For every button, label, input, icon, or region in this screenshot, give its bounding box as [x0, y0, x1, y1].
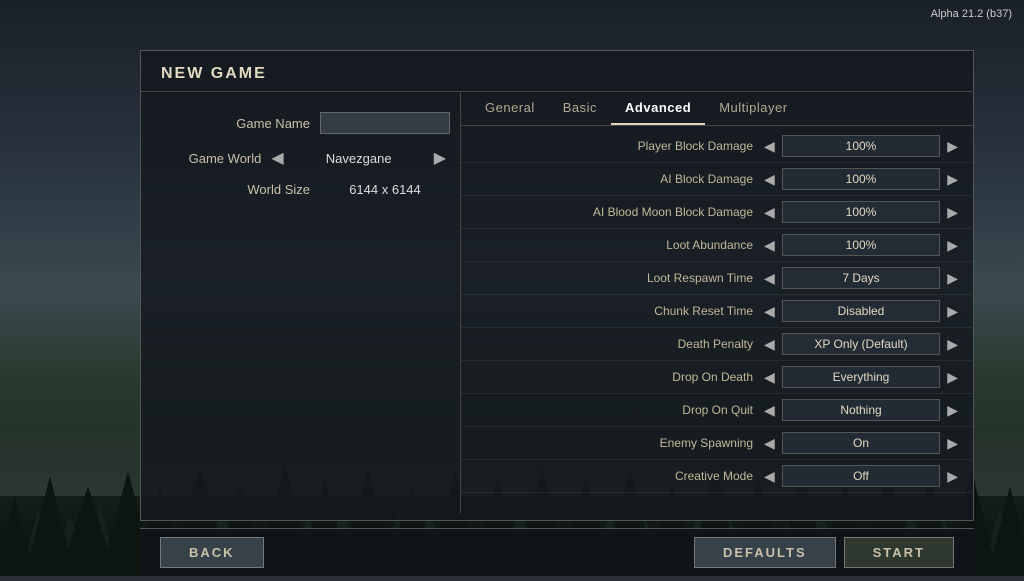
setting-label-4: Loot Respawn Time	[467, 271, 761, 285]
setting-next-2[interactable]: ▶	[944, 204, 961, 221]
setting-prev-4[interactable]: ◀	[761, 270, 778, 287]
world-size-label: World Size	[210, 182, 310, 197]
table-row: Drop On Quit ◀ Nothing ▶	[461, 394, 973, 427]
setting-next-0[interactable]: ▶	[944, 138, 961, 155]
game-world-value: Navezgane	[294, 151, 424, 166]
setting-control-7: ◀ Everything ▶	[761, 366, 961, 388]
setting-control-8: ◀ Nothing ▶	[761, 399, 961, 421]
setting-control-5: ◀ Disabled ▶	[761, 300, 961, 322]
setting-prev-10[interactable]: ◀	[761, 468, 778, 485]
setting-label-2: AI Blood Moon Block Damage	[467, 205, 761, 219]
world-size-value: 6144 x 6144	[320, 182, 450, 197]
setting-prev-6[interactable]: ◀	[761, 336, 778, 353]
setting-next-10[interactable]: ▶	[944, 468, 961, 485]
setting-value-5: Disabled	[782, 300, 940, 322]
tab-multiplayer[interactable]: Multiplayer	[705, 92, 801, 125]
right-buttons: DEFAULTS START	[694, 537, 954, 568]
panel-title: NEW GAME	[141, 51, 973, 92]
setting-prev-0[interactable]: ◀	[761, 138, 778, 155]
table-row: Creative Mode ◀ Off ▶	[461, 460, 973, 493]
setting-control-1: ◀ 100% ▶	[761, 168, 961, 190]
setting-label-5: Chunk Reset Time	[467, 304, 761, 318]
setting-control-3: ◀ 100% ▶	[761, 234, 961, 256]
setting-next-8[interactable]: ▶	[944, 402, 961, 419]
setting-label-6: Death Penalty	[467, 337, 761, 351]
setting-label-10: Creative Mode	[467, 469, 761, 483]
game-world-next-button[interactable]: ▶	[430, 148, 450, 168]
setting-value-8: Nothing	[782, 399, 940, 421]
game-world-prev-button[interactable]: ◀	[267, 148, 287, 168]
setting-value-1: 100%	[782, 168, 940, 190]
setting-prev-2[interactable]: ◀	[761, 204, 778, 221]
game-name-input[interactable]	[320, 112, 450, 134]
setting-next-9[interactable]: ▶	[944, 435, 961, 452]
setting-prev-9[interactable]: ◀	[761, 435, 778, 452]
bottom-bar: BACK DEFAULTS START	[140, 528, 974, 576]
start-button[interactable]: START	[844, 537, 954, 568]
setting-control-4: ◀ 7 Days ▶	[761, 267, 961, 289]
game-world-row: Game World ◀ Navezgane ▶	[151, 148, 450, 168]
setting-prev-7[interactable]: ◀	[761, 369, 778, 386]
setting-label-0: Player Block Damage	[467, 139, 761, 153]
table-row: Death Penalty ◀ XP Only (Default) ▶	[461, 328, 973, 361]
tab-advanced[interactable]: Advanced	[611, 92, 705, 125]
setting-prev-3[interactable]: ◀	[761, 237, 778, 254]
game-name-row: Game Name	[151, 112, 450, 134]
setting-prev-1[interactable]: ◀	[761, 171, 778, 188]
setting-next-7[interactable]: ▶	[944, 369, 961, 386]
table-row: Enemy Spawning ◀ On ▶	[461, 427, 973, 460]
setting-value-3: 100%	[782, 234, 940, 256]
table-row: AI Block Damage ◀ 100% ▶	[461, 163, 973, 196]
setting-control-9: ◀ On ▶	[761, 432, 961, 454]
setting-next-3[interactable]: ▶	[944, 237, 961, 254]
setting-control-0: ◀ 100% ▶	[761, 135, 961, 157]
defaults-button[interactable]: DEFAULTS	[694, 537, 836, 568]
setting-label-9: Enemy Spawning	[467, 436, 761, 450]
setting-label-3: Loot Abundance	[467, 238, 761, 252]
version-label: Alpha 21.2 (b37)	[931, 8, 1012, 20]
setting-value-0: 100%	[782, 135, 940, 157]
world-size-row: World Size 6144 x 6144	[151, 182, 450, 197]
game-world-label: Game World	[161, 151, 261, 166]
table-row: Chunk Reset Time ◀ Disabled ▶	[461, 295, 973, 328]
back-button[interactable]: BACK	[160, 537, 264, 568]
setting-prev-5[interactable]: ◀	[761, 303, 778, 320]
setting-value-2: 100%	[782, 201, 940, 223]
tabs-row: General Basic Advanced Multiplayer	[461, 92, 973, 126]
settings-list: Player Block Damage ◀ 100% ▶ AI Block Da…	[461, 126, 973, 513]
setting-label-7: Drop On Death	[467, 370, 761, 384]
setting-label-8: Drop On Quit	[467, 403, 761, 417]
game-name-label: Game Name	[210, 116, 310, 131]
table-row: Loot Respawn Time ◀ 7 Days ▶	[461, 262, 973, 295]
setting-value-4: 7 Days	[782, 267, 940, 289]
tab-general[interactable]: General	[471, 92, 549, 125]
setting-next-4[interactable]: ▶	[944, 270, 961, 287]
setting-value-6: XP Only (Default)	[782, 333, 940, 355]
table-row: AI Blood Moon Block Damage ◀ 100% ▶	[461, 196, 973, 229]
tab-basic[interactable]: Basic	[549, 92, 611, 125]
setting-control-2: ◀ 100% ▶	[761, 201, 961, 223]
setting-control-10: ◀ Off ▶	[761, 465, 961, 487]
main-panel: NEW GAME Game Name Game World ◀ Navezgan…	[140, 50, 974, 521]
table-row: Drop On Death ◀ Everything ▶	[461, 361, 973, 394]
setting-control-6: ◀ XP Only (Default) ▶	[761, 333, 961, 355]
setting-prev-8[interactable]: ◀	[761, 402, 778, 419]
setting-next-6[interactable]: ▶	[944, 336, 961, 353]
setting-next-1[interactable]: ▶	[944, 171, 961, 188]
table-row: Player Block Damage ◀ 100% ▶	[461, 130, 973, 163]
left-panel: Game Name Game World ◀ Navezgane ▶ World…	[141, 92, 461, 513]
setting-value-9: On	[782, 432, 940, 454]
table-row: Loot Abundance ◀ 100% ▶	[461, 229, 973, 262]
setting-value-7: Everything	[782, 366, 940, 388]
setting-value-10: Off	[782, 465, 940, 487]
setting-label-1: AI Block Damage	[467, 172, 761, 186]
right-panel: General Basic Advanced Multiplayer Playe…	[461, 92, 973, 513]
setting-next-5[interactable]: ▶	[944, 303, 961, 320]
